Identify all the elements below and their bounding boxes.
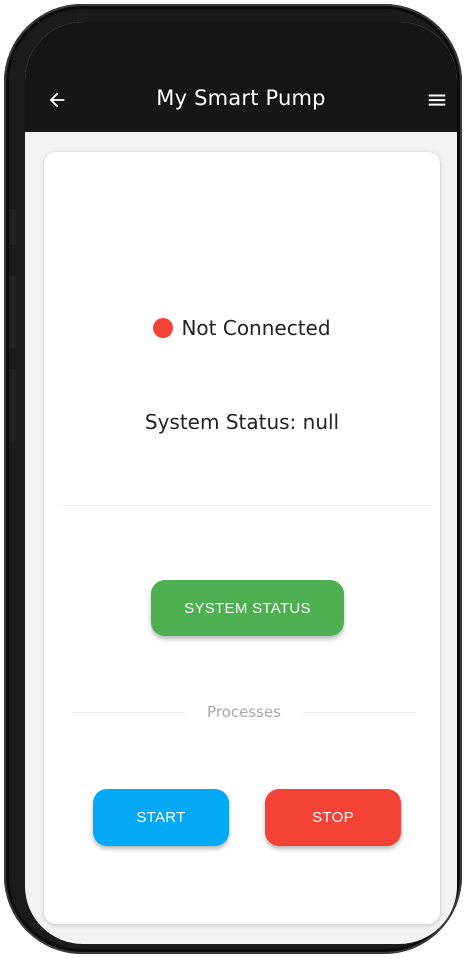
section-divider	[60, 505, 432, 506]
processes-label: Processes	[207, 703, 281, 721]
connection-indicator-dot	[153, 318, 174, 338]
phone-volume-down-button	[10, 369, 16, 441]
connection-status-text: Not Connected	[181, 316, 331, 340]
status-bar	[25, 22, 457, 68]
connection-status: Not Connected	[44, 316, 440, 340]
system-status-button[interactable]: SYSTEM STATUS	[151, 580, 344, 636]
start-button[interactable]: START	[93, 789, 229, 846]
phone-frame: My Smart Pump Not Connected System Statu…	[4, 4, 462, 954]
hamburger-menu-icon	[428, 94, 446, 106]
control-card: Not Connected System Status: null SYSTEM…	[44, 152, 440, 924]
divider-line-left	[72, 711, 186, 713]
app-title: My Smart Pump	[156, 86, 326, 110]
processes-divider: Processes	[72, 703, 417, 721]
stop-button[interactable]: STOP	[265, 789, 401, 846]
app-bar: My Smart Pump	[25, 68, 457, 132]
divider-line-right	[302, 711, 417, 713]
system-status-text: System Status: null	[144, 410, 340, 434]
phone-side-button	[10, 209, 16, 245]
menu-button[interactable]	[421, 84, 453, 116]
phone-screen: My Smart Pump Not Connected System Statu…	[25, 22, 457, 944]
phone-volume-up-button	[10, 276, 16, 348]
